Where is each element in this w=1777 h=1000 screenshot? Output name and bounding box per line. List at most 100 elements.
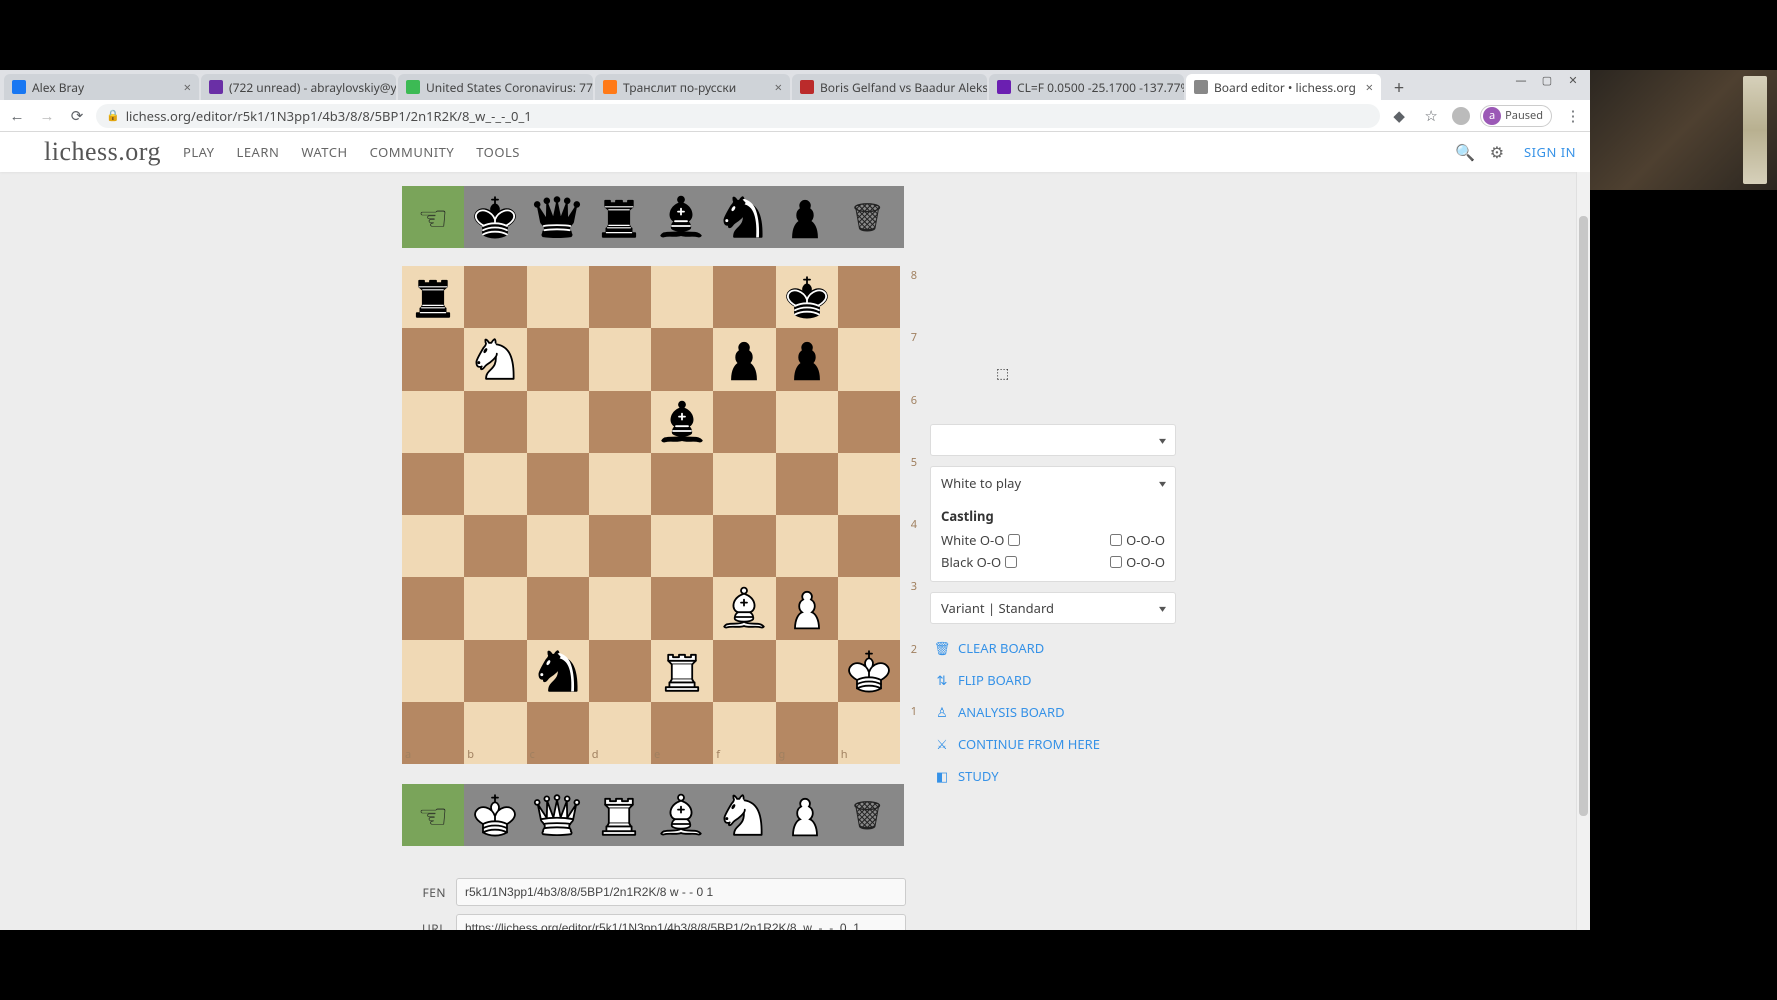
square-d5[interactable] — [589, 453, 651, 515]
square-b6[interactable] — [464, 391, 526, 453]
square-a7[interactable] — [402, 328, 464, 390]
analysis-board-button[interactable]: ♙ANALYSIS BOARD — [930, 696, 1176, 728]
spare-black-bishop[interactable] — [650, 186, 712, 248]
window-close-icon[interactable]: ✕ — [1562, 72, 1584, 88]
square-a2[interactable] — [402, 640, 464, 702]
square-h1[interactable]: 1h — [838, 702, 900, 764]
close-icon[interactable]: × — [184, 78, 191, 96]
square-c6[interactable] — [527, 391, 589, 453]
square-h2[interactable]: 2 — [838, 640, 900, 702]
nav-play[interactable]: PLAY — [183, 143, 215, 161]
square-d2[interactable] — [589, 640, 651, 702]
new-tab-button[interactable]: + — [1387, 76, 1411, 100]
scrollbar[interactable] — [1576, 172, 1590, 930]
spare-black-rook[interactable] — [588, 186, 650, 248]
square-f8[interactable] — [713, 266, 775, 328]
tab-6[interactable]: Board editor • lichess.org× — [1186, 74, 1381, 100]
close-icon[interactable]: × — [775, 78, 782, 96]
tab-4[interactable]: Boris Gelfand vs Baadur Aleksan× — [792, 74, 987, 100]
spare-white-rook[interactable] — [588, 784, 650, 846]
white-oo-checkbox[interactable]: White O-O — [941, 531, 1020, 549]
spare-black-pawn[interactable] — [774, 186, 836, 248]
square-e2[interactable] — [651, 640, 713, 702]
extension-icon[interactable]: ◆ — [1388, 105, 1410, 127]
signin-link[interactable]: SIGN IN — [1524, 143, 1576, 161]
square-e4[interactable] — [651, 515, 713, 577]
black-oo-checkbox[interactable]: Black O-O — [941, 553, 1017, 571]
square-e8[interactable] — [651, 266, 713, 328]
tab-0[interactable]: Alex Bray× — [4, 74, 199, 100]
square-f4[interactable] — [713, 515, 775, 577]
square-b5[interactable] — [464, 453, 526, 515]
square-e3[interactable] — [651, 577, 713, 639]
black-ooo-checkbox[interactable]: O-O-O — [1110, 553, 1165, 571]
pointer-tool[interactable]: ☜ — [402, 186, 464, 248]
square-c1[interactable]: c — [527, 702, 589, 764]
site-logo[interactable]: lichess.org — [44, 137, 161, 167]
square-b1[interactable]: b — [464, 702, 526, 764]
square-h3[interactable]: 3 — [838, 577, 900, 639]
pointer-tool[interactable]: ☜ — [402, 784, 464, 846]
gear-icon[interactable]: ⚙ — [1484, 139, 1510, 165]
square-e1[interactable]: e — [651, 702, 713, 764]
fen-input[interactable] — [456, 878, 906, 906]
square-b4[interactable] — [464, 515, 526, 577]
scrollbar-thumb[interactable] — [1579, 216, 1588, 816]
square-c4[interactable] — [527, 515, 589, 577]
square-g1[interactable]: g — [776, 702, 838, 764]
square-g7[interactable] — [776, 328, 838, 390]
square-f6[interactable] — [713, 391, 775, 453]
trash-tool[interactable]: 🗑 — [836, 784, 898, 846]
back-button[interactable]: ← — [6, 105, 28, 127]
flip-board-button[interactable]: ⇅FLIP BOARD — [930, 664, 1176, 696]
square-a3[interactable] — [402, 577, 464, 639]
square-b2[interactable] — [464, 640, 526, 702]
square-c2[interactable] — [527, 640, 589, 702]
trash-tool[interactable]: 🗑 — [836, 186, 898, 248]
square-f1[interactable]: f — [713, 702, 775, 764]
position-select[interactable]: ▾ — [930, 424, 1176, 456]
square-f2[interactable] — [713, 640, 775, 702]
window-maximize-icon[interactable]: ▢ — [1536, 72, 1558, 88]
turn-select[interactable]: White to play▾ — [931, 467, 1175, 499]
square-h5[interactable]: 5 — [838, 453, 900, 515]
profile-button[interactable]: a Paused — [1480, 105, 1552, 127]
square-h6[interactable]: 6 — [838, 391, 900, 453]
square-d7[interactable] — [589, 328, 651, 390]
square-f5[interactable] — [713, 453, 775, 515]
tab-1[interactable]: (722 unread) - abraylovskiy@ya× — [201, 74, 396, 100]
square-h7[interactable]: 7 — [838, 328, 900, 390]
square-d3[interactable] — [589, 577, 651, 639]
spare-black-knight[interactable] — [712, 186, 774, 248]
forward-button[interactable]: → — [36, 105, 58, 127]
continue-button[interactable]: ⚔CONTINUE FROM HERE — [930, 728, 1176, 760]
tab-3[interactable]: Транслит по-русски× — [595, 74, 790, 100]
spare-black-king[interactable] — [464, 186, 526, 248]
reload-button[interactable]: ⟳ — [66, 105, 88, 127]
spare-white-king[interactable] — [464, 784, 526, 846]
square-d4[interactable] — [589, 515, 651, 577]
square-g5[interactable] — [776, 453, 838, 515]
square-a1[interactable]: a — [402, 702, 464, 764]
clear-board-button[interactable]: 🗑CLEAR BOARD — [930, 632, 1176, 664]
close-icon[interactable]: × — [1366, 78, 1373, 96]
square-g3[interactable] — [776, 577, 838, 639]
nav-tools[interactable]: TOOLS — [476, 143, 520, 161]
variant-select[interactable]: Variant | Standard▾ — [930, 592, 1176, 624]
kebab-menu-icon[interactable]: ⋮ — [1562, 105, 1584, 127]
square-c3[interactable] — [527, 577, 589, 639]
square-a5[interactable] — [402, 453, 464, 515]
square-d6[interactable] — [589, 391, 651, 453]
extension-dot-icon[interactable] — [1452, 107, 1470, 125]
square-g8[interactable] — [776, 266, 838, 328]
square-b8[interactable] — [464, 266, 526, 328]
spare-white-queen[interactable] — [526, 784, 588, 846]
square-a6[interactable] — [402, 391, 464, 453]
chess-board[interactable]: 8765432abcdefg1h — [402, 266, 900, 764]
square-g4[interactable] — [776, 515, 838, 577]
square-h4[interactable]: 4 — [838, 515, 900, 577]
tab-2[interactable]: United States Coronavirus: 777,6× — [398, 74, 593, 100]
study-button[interactable]: ◧STUDY — [930, 760, 1176, 792]
spare-white-bishop[interactable] — [650, 784, 712, 846]
spare-black-queen[interactable] — [526, 186, 588, 248]
